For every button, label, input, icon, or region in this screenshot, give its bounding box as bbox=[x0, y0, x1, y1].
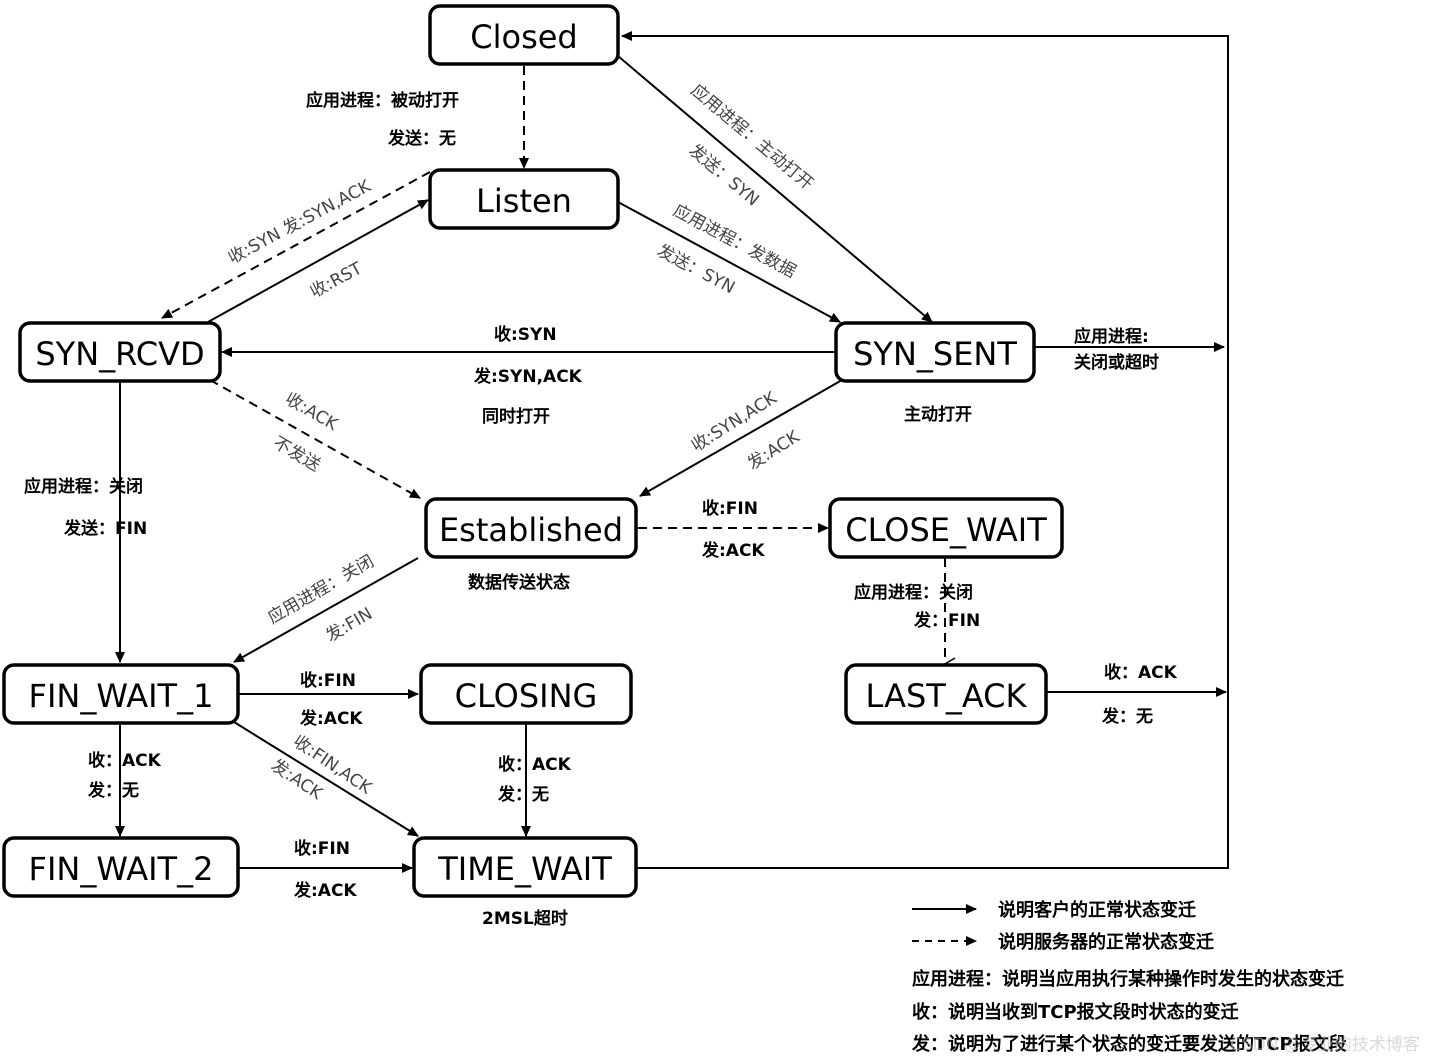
note-data-transfer: 数据传送状态 bbox=[468, 572, 570, 593]
label-fin-wait-2-to-time-wait-2: 发:ACK bbox=[293, 880, 357, 901]
label-listen-to-syn-rcvd: 收:SYN 发:SYN,ACK bbox=[225, 176, 375, 268]
edge-listen-to-syn-sent bbox=[617, 201, 841, 323]
edge-syn-rcvd-to-established bbox=[209, 379, 421, 499]
edge-closed-to-syn-sent bbox=[617, 55, 933, 323]
label-syn-sent-to-closed-2: 关闭或超时 bbox=[1074, 352, 1159, 373]
legend-solid-text: 说明客户的正常状态变迁 bbox=[998, 899, 1196, 921]
label-closed-to-listen-1: 应用进程：被动打开 bbox=[306, 90, 459, 111]
label-close-wait-to-last-ack-2: 发：FIN bbox=[913, 610, 980, 631]
state-time-wait: TIME_WAIT bbox=[412, 836, 638, 898]
state-label: TIME_WAIT bbox=[437, 850, 612, 888]
label-fin-wait-1-to-fin-wait-2-1: 收：ACK bbox=[88, 750, 162, 771]
edge-fin-wait-1-to-time-wait bbox=[233, 721, 419, 837]
label-established-to-close-wait-2: 发:ACK bbox=[701, 540, 765, 561]
state-last-ack: LAST_ACK bbox=[844, 663, 1048, 725]
state-listen: Listen bbox=[428, 168, 620, 230]
note-active-open: 主动打开 bbox=[904, 404, 972, 425]
label-syn-sent-to-syn-rcvd-2: 发:SYN,ACK bbox=[473, 366, 583, 387]
state-close-wait: CLOSE_WAIT bbox=[828, 497, 1064, 559]
label-close-wait-to-last-ack-1: 应用进程：关闭 bbox=[854, 582, 973, 603]
label-fin-wait-1-to-closing-2: 发:ACK bbox=[299, 708, 363, 729]
state-label: CLOSING bbox=[455, 677, 598, 715]
state-label: SYN_SENT bbox=[853, 335, 1017, 373]
state-closing: CLOSING bbox=[419, 663, 633, 725]
state-label: Closed bbox=[470, 18, 577, 56]
state-label: Listen bbox=[476, 182, 572, 220]
label-closed-to-syn-sent-1: 应用进程：主动打开 bbox=[687, 81, 817, 195]
edge-syn-sent-to-established bbox=[639, 379, 843, 497]
label-syn-sent-to-closed-1: 应用进程: bbox=[1074, 326, 1149, 347]
label-last-ack-to-closed-1: 收：ACK bbox=[1104, 662, 1178, 683]
state-label: CLOSE_WAIT bbox=[845, 511, 1047, 549]
label-closing-to-time-wait-1: 收：ACK bbox=[498, 754, 572, 775]
state-label: Established bbox=[439, 511, 623, 549]
label-fin-wait-2-to-time-wait-1: 收:FIN bbox=[294, 838, 350, 859]
note-2msl-timeout: 2MSL超时 bbox=[482, 908, 568, 929]
note-simultaneous-open: 同时打开 bbox=[482, 406, 550, 427]
label-syn-sent-to-syn-rcvd-1: 收:SYN bbox=[494, 324, 557, 345]
state-established: Established bbox=[424, 497, 638, 559]
edge-established-to-fin-wait-1 bbox=[233, 557, 419, 663]
label-syn-rcvd-to-established-1: 收:ACK bbox=[282, 389, 342, 435]
label-closed-to-syn-sent-2: 发送：SYN bbox=[685, 141, 763, 211]
label-fin-wait-1-to-closing-1: 收:FIN bbox=[300, 670, 356, 691]
legend-recv-text: 收：说明当收到TCP报文段时状态的变迁 bbox=[912, 1001, 1239, 1023]
legend: 说明客户的正常状态变迁 说明服务器的正常状态变迁 应用进程：说明当应用执行某种操… bbox=[911, 899, 1348, 1055]
state-label: LAST_ACK bbox=[866, 677, 1028, 715]
watermark: CSDN @专业的技术博客 bbox=[1230, 1035, 1420, 1055]
label-syn-rcvd-to-listen: 收:RST bbox=[307, 258, 366, 302]
state-closed: Closed bbox=[428, 4, 620, 66]
state-syn-rcvd: SYN_RCVD bbox=[18, 321, 222, 383]
state-fin-wait-2: FIN_WAIT_2 bbox=[2, 836, 240, 898]
label-last-ack-to-closed-2: 发：无 bbox=[1101, 706, 1153, 727]
legend-app-text: 应用进程：说明当应用执行某种操作时发生的状态变迁 bbox=[912, 968, 1344, 990]
label-established-to-close-wait-1: 收:FIN bbox=[702, 498, 758, 519]
label-listen-to-syn-sent-2: 发送：SYN bbox=[654, 241, 738, 299]
label-syn-sent-to-established-2: 发:ACK bbox=[744, 427, 804, 475]
tcp-state-diagram: Closed Listen SYN_RCVD SYN_SENT Establis… bbox=[2, 4, 1420, 1055]
label-closed-to-listen-2: 发送：无 bbox=[387, 128, 456, 149]
label-syn-rcvd-to-fin-wait-1-2: 发送：FIN bbox=[63, 518, 147, 539]
state-syn-sent: SYN_SENT bbox=[834, 321, 1036, 383]
state-label: FIN_WAIT_2 bbox=[29, 850, 214, 888]
state-label: SYN_RCVD bbox=[35, 335, 204, 373]
label-closing-to-time-wait-2: 发：无 bbox=[497, 784, 549, 805]
label-syn-rcvd-to-fin-wait-1-1: 应用进程：关闭 bbox=[24, 476, 143, 497]
label-established-to-fin-wait-1-2: 发:FIN bbox=[323, 604, 377, 646]
legend-dashed-text: 说明服务器的正常状态变迁 bbox=[998, 931, 1214, 953]
state-fin-wait-1: FIN_WAIT_1 bbox=[2, 663, 240, 725]
label-fin-wait-1-to-fin-wait-2-2: 发：无 bbox=[87, 780, 139, 801]
edge-listen-to-syn-rcvd bbox=[161, 171, 431, 319]
state-label: FIN_WAIT_1 bbox=[29, 677, 214, 715]
